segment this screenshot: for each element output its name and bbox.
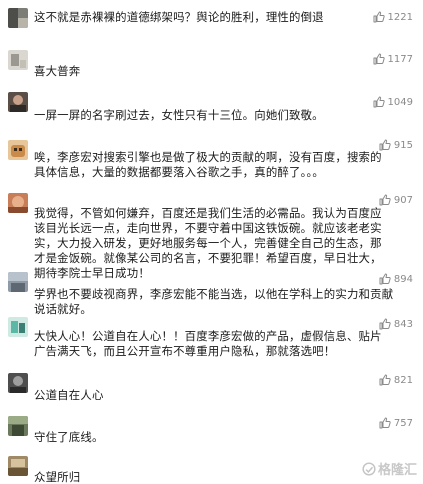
comment-item: 这不就是赤裸裸的道德绑架吗？舆论的胜利，理性的倒退 1221 <box>0 0 423 40</box>
like-button[interactable]: 1049 <box>373 96 413 108</box>
comment-item: 学界也不要歧视商界，李彦宏能不能当选，以他在学科上的实力和贡献说话就好。 894 <box>0 268 423 316</box>
watermark-logo-icon <box>362 461 376 476</box>
thumbs-up-icon <box>379 318 391 330</box>
like-count: 1221 <box>387 11 413 23</box>
like-button[interactable]: 907 <box>379 194 413 206</box>
avatar[interactable] <box>8 50 28 70</box>
comment-item: 唉，李彦宏对搜索引擎也是做了极大的贡献的啊，没有百度，搜索的具体信息，大量的数据… <box>0 133 423 189</box>
avatar[interactable] <box>8 140 28 160</box>
comment-text: 这不就是赤裸裸的道德绑架吗？舆论的胜利，理性的倒退 <box>34 10 324 24</box>
thumbs-up-icon <box>379 417 391 429</box>
comment-text: 唉，李彦宏对搜索引擎也是做了极大的贡献的啊，没有百度，搜索的具体信息，大量的数据… <box>34 150 382 179</box>
avatar[interactable] <box>8 272 28 292</box>
comment-text: 喜大普奔 <box>34 64 81 78</box>
watermark-text: 格隆汇 <box>377 463 417 478</box>
comment-item: 我觉得，不管如何嫌弃，百度还是我们生活的必需品。我认为百度应该目光长远一点，走向… <box>0 190 423 280</box>
like-button[interactable]: 1177 <box>373 53 413 65</box>
thumbs-up-icon <box>379 139 391 151</box>
comment-item: 守住了底线。 757 <box>0 413 423 449</box>
avatar[interactable] <box>8 92 28 112</box>
like-count: 907 <box>393 194 413 206</box>
comment-text: 众望所归 <box>34 470 81 484</box>
thumbs-up-icon <box>373 11 385 23</box>
avatar[interactable] <box>8 456 28 476</box>
thumbs-up-icon <box>379 374 391 386</box>
like-count: 1177 <box>387 53 413 65</box>
thumbs-up-icon <box>379 273 391 285</box>
like-count: 757 <box>393 417 413 429</box>
comment-item: 大快人心！公道自在人心！！百度李彦宏做的产品，虚假信息、贴片广告满天飞，而且公开… <box>0 312 423 368</box>
comment-item: 公道自在人心 821 <box>0 370 423 406</box>
avatar[interactable] <box>8 317 28 337</box>
like-count: 915 <box>393 139 413 151</box>
watermark: 格隆汇 <box>362 459 417 478</box>
like-count: 843 <box>393 318 413 330</box>
like-count: 894 <box>393 273 413 285</box>
avatar[interactable] <box>8 193 28 213</box>
avatar[interactable] <box>8 416 28 436</box>
comment-text: 守住了底线。 <box>34 430 104 444</box>
avatar[interactable] <box>8 8 28 28</box>
comment-text: 大快人心！公道自在人心！！百度李彦宏做的产品，虚假信息、贴片广告满天飞，而且公开… <box>34 329 382 358</box>
like-button[interactable]: 843 <box>379 318 413 330</box>
comment-text: 一屏一屏的名字刷过去，女性只有十三位。向她们致敬。 <box>34 108 324 122</box>
like-button[interactable]: 821 <box>379 374 413 386</box>
avatar[interactable] <box>8 373 28 393</box>
comment-text: 公道自在人心 <box>34 388 104 402</box>
comment-item: 喜大普奔 1177 <box>0 43 423 83</box>
comment-item: 众望所归 <box>0 454 423 484</box>
like-button[interactable]: 757 <box>379 417 413 429</box>
thumbs-up-icon <box>373 53 385 65</box>
like-count: 821 <box>393 374 413 386</box>
thumbs-up-icon <box>379 194 391 206</box>
like-count: 1049 <box>387 96 413 108</box>
like-button[interactable]: 915 <box>379 139 413 151</box>
comment-item: 一屏一屏的名字刷过去，女性只有十三位。向她们致敬。 1049 <box>0 88 423 128</box>
thumbs-up-icon <box>373 96 385 108</box>
like-button[interactable]: 1221 <box>373 11 413 23</box>
like-button[interactable]: 894 <box>379 273 413 285</box>
